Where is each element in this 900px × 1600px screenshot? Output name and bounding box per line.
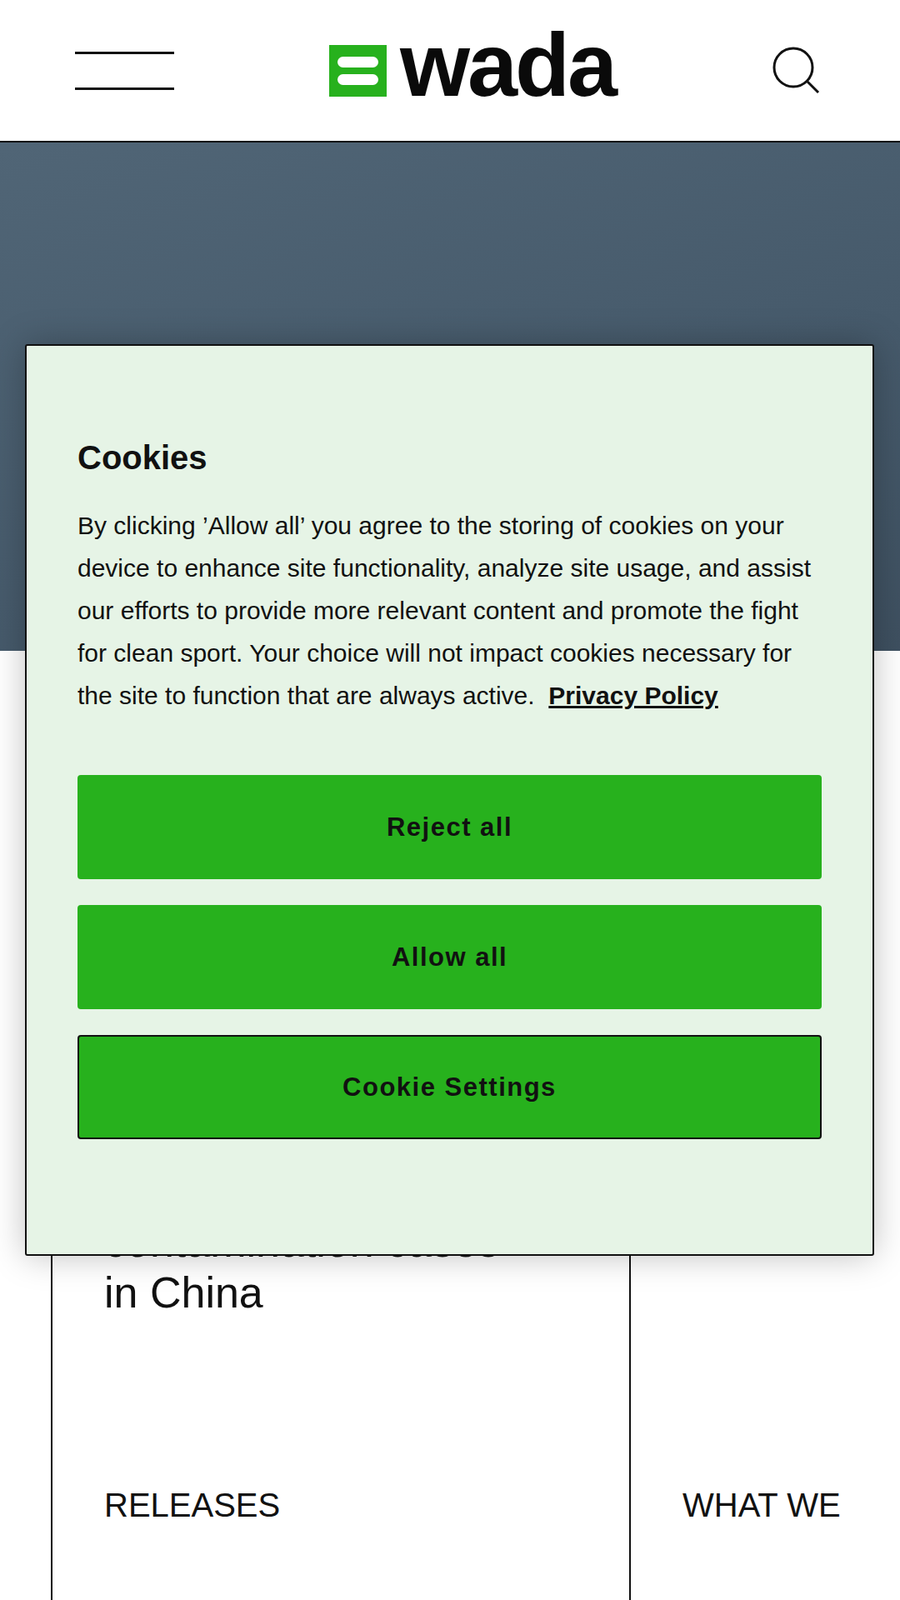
cookie-buttons: Reject all Allow all Cookie Settings (77, 775, 822, 1140)
search-icon[interactable] (770, 44, 824, 98)
card-category: RELEASES (104, 1485, 605, 1525)
page: wadacontamination casesin ChinaRELEASESW… (0, 0, 900, 1600)
site-header: wada (0, 0, 900, 143)
cookie-title: Cookies (77, 435, 822, 480)
cookie-button[interactable]: Allow all (77, 905, 822, 1010)
cookie-button[interactable]: Cookie Settings (77, 1035, 822, 1140)
logo-text: wada (400, 20, 615, 110)
menu-icon[interactable] (75, 51, 175, 90)
wada-logo[interactable]: wada (329, 31, 615, 110)
privacy-policy-link[interactable]: Privacy Policy (548, 681, 718, 710)
cookie-text: By clicking ’Allow all’ you agree to the… (77, 504, 822, 717)
cookie-dialog: Cookies By clicking ’Allow all’ you agree… (25, 344, 875, 1256)
logo-mark-icon (329, 45, 387, 97)
card-category: WHAT WE (682, 1485, 900, 1525)
cookie-button[interactable]: Reject all (77, 775, 822, 880)
